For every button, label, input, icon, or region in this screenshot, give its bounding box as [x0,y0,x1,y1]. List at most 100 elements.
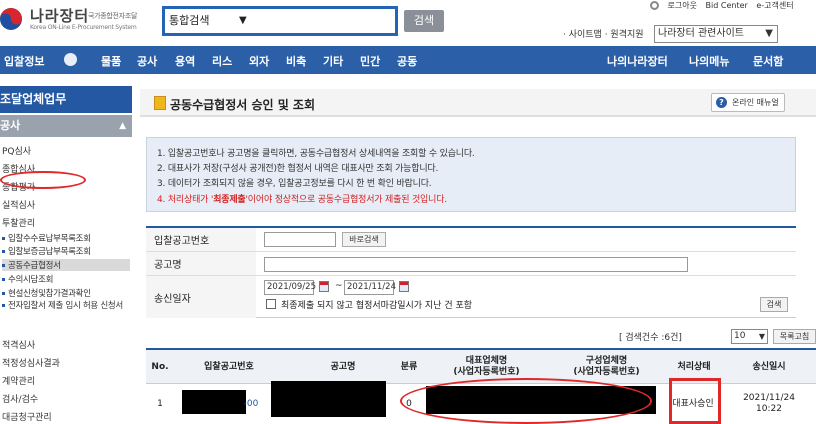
date-to-input[interactable]: 2021/11/24 [344,280,396,295]
notice-name-input[interactable] [264,257,688,272]
top-links: 로그아웃 Bid Center e-고객센터 [650,0,800,11]
info-line: 3. 데이터가 조회되지 않을 경우, 입찰공고정보를 다시 한 번 확인 바랍… [157,179,432,189]
question-icon: ? [716,97,727,108]
sidebar-subitem-label: 입찰수수료납부목록조회 [8,234,91,244]
info-notice-box: 1. 입찰공고번호나 공고명을 클릭하면, 공동수급협정서 상세내역을 조회할 … [146,137,796,212]
sidebar-subitem-label: 전자입찰서 제출 임시 허용 신청서 [8,301,123,311]
customer-center-link[interactable]: e-고객센터 [756,1,793,10]
sidebar-subitem-site-briefing[interactable]: 현설신청및참가결과확인 [2,287,91,299]
page-title: 공동수급협정서 승인 및 조회 [170,98,316,112]
sidebar-subitem-label: 공동수급협정서 [8,261,61,271]
sidebar-item-performance-review[interactable]: 실적심사 [2,198,35,211]
info-line-warning: 4. 처리상태가 '최종제출'이어야 정상적으로 공동수급협정서가 제출된 것입… [157,192,447,205]
sidebar-subitem-label: 현설신청및참가결과확인 [8,289,91,299]
include-expired-checkbox[interactable] [266,299,276,309]
nav-item-private[interactable]: 민간 [360,53,380,69]
nav-item-document-box[interactable]: 문서함 [753,53,783,69]
chevron-down-icon: ▼ [239,15,247,26]
calendar-icon[interactable] [319,281,329,292]
row-sent-date: 2021/11/24 [743,393,795,403]
sidebar-section-construction[interactable]: 공사 ▲ [0,115,132,137]
page-size-value: 10 [734,331,746,341]
sidebar-subitem-label: 입찰보증금납부목록조회 [8,247,91,257]
chevron-up-icon: ▲ [119,121,126,131]
send-date-label: 송신일자 [146,276,256,318]
row-sent-datetime: 2021/11/24 10:22 [724,384,814,424]
logout-link[interactable]: 로그아웃 [668,1,697,10]
nav-bid-info-icon [64,53,77,66]
nav-item-my-narajangteo[interactable]: 나의나라장터 [607,53,668,69]
col-header-notice-name: 공고명 [330,361,356,372]
sidebar-item-adequacy[interactable]: 적정성심사결과 [2,356,60,369]
sidebar-subitem-temp-permit[interactable]: 전자입찰서 제출 임시 허용 신청서 [2,301,128,312]
form-row-send-date: 송신일자 2021/09/25 ~ 2021/11/24 최종제출 되지 않고 … [146,276,796,318]
sidebar-subitem-bid-fee[interactable]: 입찰수수료납부목록조회 [2,232,91,244]
bullet-icon [2,250,5,253]
sidebar-subitem-label: 수의시담조회 [8,275,54,285]
refresh-list-button[interactable]: 목록고침 [773,329,816,344]
nav-item-stockpile[interactable]: 비축 [286,53,306,69]
related-site-select[interactable]: 나라장터 관련사이트 ▼ [654,25,778,43]
sidebar-section-label: 공사 [0,119,21,132]
nav-item-lease[interactable]: 리스 [212,53,232,69]
warning-emphasis: 최종제출 [213,195,246,205]
col-header-no: No. [151,361,169,372]
search-button[interactable]: 검색 [760,297,788,312]
nav-item-goods[interactable]: 물품 [101,53,121,69]
nav-item-foreign[interactable]: 외자 [249,53,269,69]
nav-item-service[interactable]: 용역 [175,53,195,69]
date-range-separator: ~ [335,281,343,291]
include-expired-label: 최종제출 되지 않고 협정서마감일시가 지난 건 포함 [281,301,473,311]
logo-title[interactable]: 나라장터 [30,5,89,26]
date-from-input[interactable]: 2021/09/25 [264,280,316,295]
nav-item-my-menu[interactable]: 나의메뉴 [689,53,729,69]
bid-no-link[interactable]: -00 [242,384,260,424]
search-scope-select[interactable]: 통합검색 ▼ [169,12,253,30]
row-sent-time: 10:22 [756,404,782,414]
col-header-category: 분류 [400,361,418,372]
nav-item-other[interactable]: 기타 [323,53,343,69]
gear-icon[interactable] [650,1,659,10]
info-line: 1. 입찰공고번호나 공고명을 클릭하면, 공동수급협정서 상세내역을 조회할 … [157,149,475,159]
bid-no-input[interactable] [264,232,336,247]
page-size-select[interactable]: 10 ▼ [731,329,768,344]
bid-no-label: 입찰공고번호 [146,228,256,251]
form-row-notice-name: 공고명 [146,252,796,276]
sidebar-item-bid-management[interactable]: 투찰관리 [2,216,35,229]
sidebar-item-contract[interactable]: 계약관리 [2,374,35,387]
annotation-circle [0,171,86,189]
left-sidebar: 조달업체업무 공사 ▲ PQ심사 종합심사 종합평가 실적심사 투찰관리 입찰수… [0,86,132,424]
sidebar-subitem-joint-agreement[interactable]: 공동수급협정서 [2,259,130,271]
logo-subtitle: Korea ON-Line E-Procurement System [30,24,137,31]
online-manual-button[interactable]: ? 온라인 매뉴얼 [711,93,785,112]
logo-tagline: 국가종합전자조달 [88,12,138,20]
form-row-bid-no: 입찰공고번호 바로검색 [146,228,796,252]
result-count: [ 검색건수 :6건] [619,333,682,343]
nav-item-joint[interactable]: 공동 [397,53,417,69]
bid-quick-search-button[interactable]: 바로검색 [342,232,386,247]
warning-prefix: 4. 처리상태가 ' [157,195,214,205]
bullet-icon [2,292,5,295]
chevron-down-icon: ▼ [758,332,765,341]
search-scope-value: 통합검색 [169,14,210,27]
utility-links[interactable]: · 사이트맵 · 원격지원 [563,27,644,40]
sidebar-item-payment-claim[interactable]: 대금청구관리 [2,410,52,423]
bullet-icon [2,237,5,240]
sidebar-item-pq[interactable]: PQ심사 [2,144,31,157]
calendar-icon[interactable] [399,281,409,292]
sidebar-item-inspection[interactable]: 검사/검수 [2,392,38,405]
site-header: 나라장터 국가종합전자조달 Korea ON-Line E-Procuremen… [0,0,816,46]
warning-suffix: '이어야 정상적으로 공동수급협정서가 제출된 것입니다. [245,195,448,205]
info-line: 2. 대표사가 저장(구성사 공개전)한 협정서 내역은 대표사만 조회 가능합… [157,164,439,174]
search-form: 입찰공고번호 바로검색 공고명 송신일자 2021/09/25 ~ 2021/1… [146,226,796,318]
nav-item-bid-info[interactable]: 입찰정보 [4,53,44,69]
global-search-button[interactable]: 검색 [404,10,444,32]
sidebar-subitem-negotiation[interactable]: 수의시담조회 [2,273,53,285]
nav-item-construction[interactable]: 공사 [137,53,157,69]
bid-center-link[interactable]: Bid Center [706,1,748,10]
bullet-icon [2,278,5,281]
sidebar-subitem-bid-deposit[interactable]: 입찰보증금납부목록조회 [2,245,91,257]
sidebar-item-qualification[interactable]: 적격심사 [2,338,35,351]
bullet-icon [2,304,5,307]
global-search-box[interactable]: 통합검색 ▼ [162,6,398,36]
